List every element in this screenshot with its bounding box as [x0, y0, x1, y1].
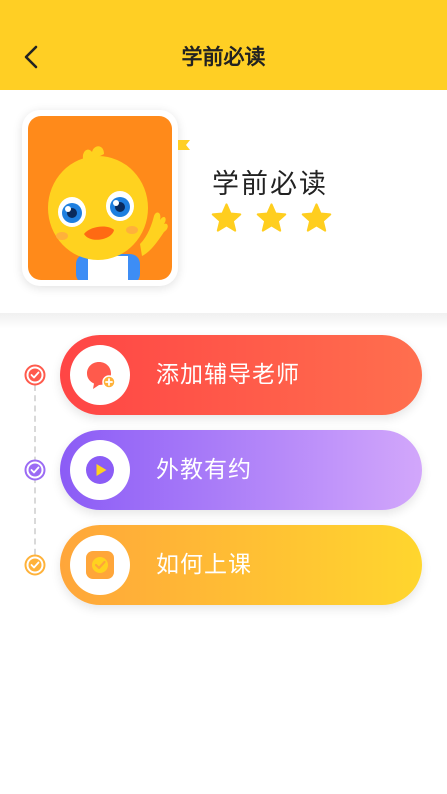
- check-circle-icon: [24, 364, 46, 386]
- duck-mascot-icon: [48, 146, 168, 280]
- page-title: 学前必读: [181, 45, 266, 69]
- star-icon: [211, 203, 242, 232]
- divider: [0, 313, 447, 329]
- play-icon: [86, 456, 114, 484]
- flag-icon: [178, 140, 190, 150]
- check-circle-icon: [24, 459, 46, 481]
- top-bar: 学前必读: [0, 0, 447, 90]
- menu-label: 添加辅导老师: [156, 362, 300, 388]
- add-tutor-button[interactable]: 添加辅导老师: [60, 335, 422, 415]
- profile-card: 学前必读: [0, 90, 447, 315]
- menu-label: 外教有约: [156, 457, 252, 483]
- star-rating: [210, 202, 333, 235]
- chat-bubble-icon: [87, 362, 116, 389]
- star-icon: [301, 203, 332, 232]
- how-to-attend-button[interactable]: 如何上课: [60, 525, 422, 605]
- level-title: 学前必读: [212, 169, 328, 200]
- check-box-icon: [86, 551, 114, 579]
- avatar: [22, 110, 178, 286]
- menu-label: 如何上课: [156, 552, 252, 578]
- star-icon: [256, 203, 287, 232]
- check-circle-icon: [24, 554, 46, 576]
- foreign-teacher-button[interactable]: 外教有约: [60, 430, 422, 510]
